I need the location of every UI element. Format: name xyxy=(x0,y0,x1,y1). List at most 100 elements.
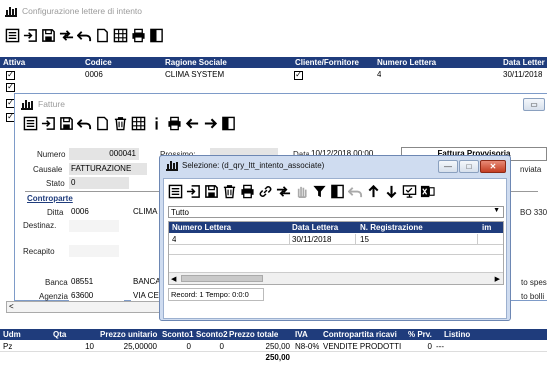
ditta-name-field[interactable]: CLIMA xyxy=(131,206,161,218)
delete-icon[interactable] xyxy=(111,114,129,132)
arrow-right-icon[interactable] xyxy=(201,114,219,132)
numero-field[interactable]: 000041 xyxy=(69,148,139,160)
scroll-left-icon[interactable]: < xyxy=(9,302,14,311)
causale-field[interactable]: FATTURAZIONE xyxy=(69,163,147,175)
selezione-dialog: Selezione: (d_qry_ltt_intento_associate)… xyxy=(159,155,511,321)
print-icon[interactable] xyxy=(129,26,147,44)
arrow-up-icon[interactable] xyxy=(364,182,382,200)
exit-icon[interactable] xyxy=(147,26,165,44)
destinaz-field[interactable] xyxy=(69,220,119,232)
undo-icon[interactable] xyxy=(75,26,93,44)
link-icon[interactable] xyxy=(256,182,274,200)
save-icon[interactable] xyxy=(57,114,75,132)
col-iva: IVA xyxy=(295,330,308,339)
banca-code-field[interactable]: 08551 xyxy=(69,276,124,288)
hand-icon[interactable] xyxy=(292,182,310,200)
attiva-checkbox[interactable]: ✓ xyxy=(6,70,15,80)
sel-numero: 4 xyxy=(172,235,177,244)
list-icon[interactable] xyxy=(21,114,39,132)
inviata-label: nviata xyxy=(520,165,542,174)
spese-label: to spese xyxy=(521,278,547,287)
col-cliente-fornitore: Cliente/Fornitore xyxy=(295,58,360,67)
filter-icon[interactable] xyxy=(310,182,328,200)
minimize-icon: — xyxy=(444,162,452,171)
col-sconto2: Sconto2 xyxy=(196,330,228,339)
selezione-hscrollbar[interactable]: ◀ ▶ xyxy=(169,272,503,284)
col-divider xyxy=(355,234,356,245)
cliente-checkbox[interactable]: ✓ xyxy=(294,70,303,80)
list-icon[interactable] xyxy=(166,182,184,200)
print-icon[interactable] xyxy=(165,114,183,132)
fatture-hscrollbar[interactable]: < xyxy=(6,301,166,313)
selezione-row[interactable]: 4 30/11/2018 15 xyxy=(169,234,503,245)
enter-icon[interactable] xyxy=(184,182,202,200)
col-listino: Listino xyxy=(444,330,471,339)
monitor-check-icon[interactable] xyxy=(400,182,418,200)
delete-icon[interactable] xyxy=(220,182,238,200)
enter-icon[interactable] xyxy=(39,114,57,132)
row-codice: 0006 xyxy=(85,70,103,79)
close-icon: ✕ xyxy=(489,162,497,171)
swap-icon[interactable] xyxy=(274,182,292,200)
grid-icon[interactable] xyxy=(111,26,129,44)
col-udm: Udm xyxy=(3,330,21,339)
new-document-icon[interactable] xyxy=(93,26,111,44)
exit-icon[interactable] xyxy=(328,182,346,200)
scroll-left-icon[interactable]: ◀ xyxy=(171,275,176,283)
chevron-down-icon[interactable]: ▼ xyxy=(493,207,500,214)
scroll-right-icon[interactable]: ▶ xyxy=(495,275,500,283)
ditta-label: Ditta xyxy=(47,208,64,217)
controparte-link[interactable]: Controparte xyxy=(27,194,73,203)
banca-name-field[interactable]: BANCA D xyxy=(131,276,161,288)
numero-label: Numero xyxy=(37,150,66,159)
stato-field[interactable]: 0 xyxy=(69,177,129,189)
line-contropartita: VENDITE PRODOTTI xyxy=(323,342,402,351)
minimize-button[interactable]: — xyxy=(438,160,458,173)
save-icon[interactable] xyxy=(39,26,57,44)
filter-dropdown[interactable]: Tutto ▼ xyxy=(168,206,504,218)
arrow-left-icon[interactable] xyxy=(183,114,201,132)
undo-icon[interactable] xyxy=(75,114,93,132)
line-udm: Pz xyxy=(3,342,13,351)
cap-partial: BO 3305 xyxy=(520,208,547,217)
config-table-row[interactable]: ✓ 0006 CLIMA SYSTEM ✓ 4 30/11/2018 xyxy=(0,69,547,81)
new-document-icon[interactable] xyxy=(93,114,111,132)
grid-icon[interactable] xyxy=(129,114,147,132)
scroll-thumb[interactable] xyxy=(181,275,263,282)
row-2-checkbox[interactable]: ✓ xyxy=(6,82,15,92)
list-icon[interactable] xyxy=(3,26,21,44)
col-ragione-sociale: Ragione Sociale xyxy=(165,58,227,67)
enter-icon[interactable] xyxy=(21,26,39,44)
exit-icon[interactable] xyxy=(219,114,237,132)
fatture-title: Fatture xyxy=(38,99,65,109)
minimize-button[interactable]: ▭ xyxy=(523,98,545,111)
app-icon xyxy=(21,99,33,110)
col-sconto1: Sconto1 xyxy=(162,330,194,339)
col-data-lettera: Data Lettera xyxy=(292,223,339,232)
lines-row[interactable]: Pz 10 25,00000 0 0 250,00 N8-0% VENDITE … xyxy=(0,341,547,352)
maximize-button[interactable]: □ xyxy=(459,160,479,173)
excel-icon[interactable] xyxy=(418,182,436,200)
filter-value: Tutto xyxy=(171,208,189,217)
causale-label: Causale xyxy=(33,165,63,174)
ditta-code-field[interactable]: 0006 xyxy=(69,206,119,218)
stato-label: Stato xyxy=(46,179,65,188)
lines-table-header: Udm Qta Prezzo unitario Sconto1 Sconto2 … xyxy=(0,329,547,340)
col-data-lettera: Data Letter xyxy=(503,58,545,67)
banca-label: Banca xyxy=(45,278,68,287)
undo-icon[interactable] xyxy=(346,182,364,200)
print-icon[interactable] xyxy=(238,182,256,200)
config-title: Configurazione lettere di intento xyxy=(22,6,143,16)
swap-icon[interactable] xyxy=(57,26,75,44)
recapito-field[interactable] xyxy=(69,245,119,257)
col-divider xyxy=(289,234,290,245)
line-sconto1: 0 xyxy=(186,342,191,351)
row-data: 30/11/2018 xyxy=(503,70,543,79)
col-qta: Qta xyxy=(53,330,67,339)
close-button[interactable]: ✕ xyxy=(480,160,506,173)
selezione-table: Numero Lettera Data Lettera N. Registraz… xyxy=(168,221,504,285)
info-icon[interactable] xyxy=(147,114,165,132)
save-icon[interactable] xyxy=(202,182,220,200)
config-table-header: Attiva Codice Ragione Sociale Cliente/Fo… xyxy=(0,57,547,68)
arrow-down-icon[interactable] xyxy=(382,182,400,200)
